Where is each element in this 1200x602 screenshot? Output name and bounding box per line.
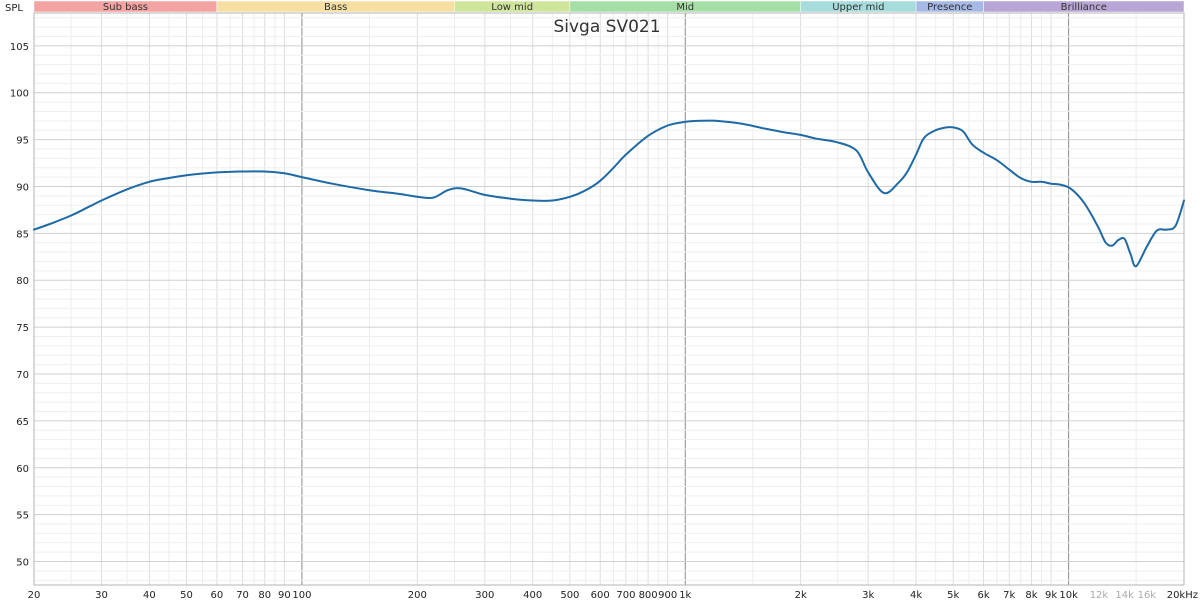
band-label: Upper mid [832, 2, 884, 13]
x-tick-label: 900 [658, 590, 677, 601]
x-tick-label: 100 [292, 590, 311, 601]
x-tick-label: 7k [1003, 590, 1015, 601]
x-tick-label: 200 [408, 590, 427, 601]
x-tick-label: 300 [475, 590, 494, 601]
y-axis-label: SPL [5, 3, 23, 14]
frequency-band-strip: Sub bass Bass Low mid Mid Upper mid Presence B… [33, 0, 1185, 13]
frequency-response-chart: Sub bass Bass Low mid Mid Upper mid Presence B… [0, 0, 1200, 602]
x-tick-label: 30 [95, 590, 108, 601]
x-tick-label: 2k [795, 590, 807, 601]
x-tick-label: 60 [211, 590, 224, 601]
y-tick-label: 70 [16, 370, 29, 381]
y-tick-label: 95 [16, 136, 29, 147]
y-tick-label: 60 [16, 464, 29, 475]
y-tick-label: 55 [16, 511, 29, 522]
x-tick-label: 70 [236, 590, 249, 601]
y-tick-label: 80 [16, 276, 29, 287]
x-tick-label: 600 [591, 590, 610, 601]
x-tick-label: 80 [258, 590, 271, 601]
chart-title: Sivga SV021 [553, 17, 660, 37]
x-tick-label: 16k [1138, 590, 1157, 601]
y-tick-label: 100 [10, 89, 29, 100]
x-tick-label: 700 [616, 590, 635, 601]
x-tick-label: 3k [862, 590, 874, 601]
y-tick-label: 65 [16, 417, 29, 428]
y-tick-label: 85 [16, 229, 29, 240]
x-tick-label: 40 [143, 590, 156, 601]
x-tick-label: 90 [278, 590, 291, 601]
x-tick-label: 9k [1045, 590, 1057, 601]
x-tick-label: 1k [679, 590, 691, 601]
band-label: Bass [324, 2, 347, 13]
band-label: Mid [676, 2, 694, 13]
band-label: Brilliance [1061, 2, 1107, 13]
x-tick-label: 6k [977, 590, 989, 601]
x-tick-label: 12k [1090, 590, 1109, 601]
band-label: Sub bass [103, 2, 148, 13]
band-label: Low mid [491, 2, 533, 13]
x-tick-label: 500 [560, 590, 579, 601]
x-tick-label: 20kHz [1167, 590, 1198, 601]
y-tick-label: 90 [16, 182, 29, 193]
x-tick-label: 8k [1025, 590, 1037, 601]
x-tick-label: 20 [28, 590, 41, 601]
band-label: Presence [927, 2, 972, 13]
x-tick-label: 800 [639, 590, 658, 601]
x-tick-label: 4k [910, 590, 922, 601]
y-tick-label: 75 [16, 323, 29, 334]
x-tick-label: 14k [1115, 590, 1134, 601]
x-tick-label: 5k [947, 590, 959, 601]
x-tick-label: 10k [1059, 590, 1078, 601]
y-tick-label: 105 [10, 42, 29, 53]
x-tick-label: 400 [523, 590, 542, 601]
y-tick-label: 50 [16, 558, 29, 569]
x-tick-label: 50 [180, 590, 193, 601]
